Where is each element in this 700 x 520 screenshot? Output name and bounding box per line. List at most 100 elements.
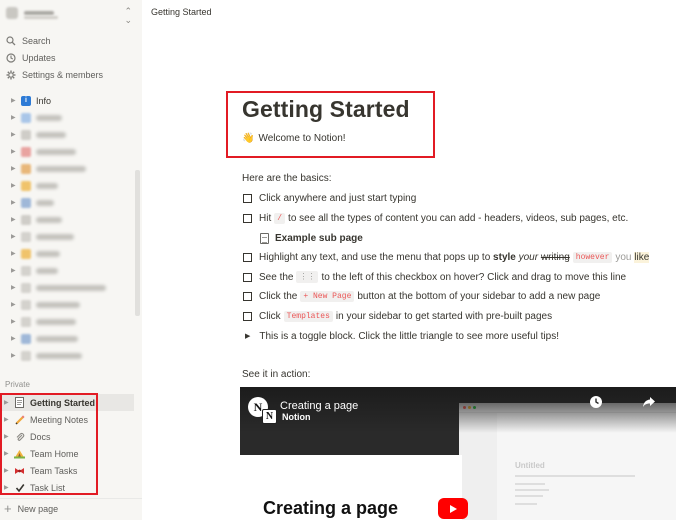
- notion-badge-icon: N: [262, 409, 277, 424]
- new-page-button[interactable]: + New page: [0, 498, 142, 518]
- sidebar-item-blurred[interactable]: ▶: [0, 160, 135, 177]
- todo-checkbox[interactable]: [243, 193, 252, 203]
- todo-checkbox[interactable]: [243, 272, 252, 282]
- todo-text: to see all the types of content you can …: [288, 212, 629, 224]
- workspace-avatar: [6, 7, 18, 19]
- blurred-page-title: [36, 301, 80, 308]
- chevron-updown-icon[interactable]: ⌃ ⌄: [124, 7, 132, 25]
- sidebar-item-blurred[interactable]: ▶: [0, 330, 135, 347]
- expand-triangle-icon[interactable]: ▶: [11, 149, 17, 155]
- expand-triangle-icon[interactable]: ▶: [11, 353, 17, 359]
- expand-triangle-icon[interactable]: ▶: [11, 302, 17, 308]
- sidebar-item-blurred[interactable]: ▶: [0, 296, 135, 313]
- sidebar-item-blurred[interactable]: ▶: [0, 228, 135, 245]
- todo-checkbox[interactable]: [243, 213, 252, 223]
- expand-triangle-icon[interactable]: ▶: [11, 285, 17, 291]
- preview-line: [515, 475, 635, 477]
- blurred-page-title: [36, 335, 78, 342]
- sidebar-search-label: Search: [22, 35, 51, 46]
- share-button[interactable]: [629, 395, 669, 413]
- todo-checkbox[interactable]: [243, 252, 252, 262]
- todo-item[interactable]: Click anywhere and just start typing: [243, 191, 416, 205]
- sidebar-item-blurred[interactable]: ▶: [0, 126, 135, 143]
- sidebar-item-blurred[interactable]: ▶: [0, 262, 135, 279]
- workspace-switcher[interactable]: [0, 0, 142, 26]
- sidebar-item-blurred[interactable]: ▶: [0, 194, 135, 211]
- expand-triangle-icon[interactable]: ▶: [11, 319, 17, 325]
- sidebar: ⌃ ⌄ Search Updates Settings & members ▶ i…: [0, 0, 142, 520]
- blurred-page-title: [36, 250, 60, 257]
- expand-triangle-icon[interactable]: ▶: [11, 132, 17, 138]
- todo-item[interactable]: Click Templates in your sidebar to get s…: [243, 309, 552, 323]
- todo-text: Click anywhere and just start typing: [259, 192, 417, 204]
- page-emoji-icon: [21, 265, 31, 276]
- youtube-play-button[interactable]: [438, 498, 468, 519]
- expand-triangle-icon[interactable]: ▶: [11, 183, 17, 189]
- toggle-block[interactable]: ▶ This is a toggle block. Click the litt…: [243, 329, 559, 343]
- todo-item[interactable]: See the ⋮⋮ to the left of this checkbox …: [243, 270, 626, 284]
- inline-code: + New Page: [300, 290, 355, 302]
- search-icon: [6, 35, 16, 46]
- watch-later-button[interactable]: [576, 395, 616, 413]
- sidebar-item-blurred[interactable]: ▶: [0, 211, 135, 228]
- workspace-page-tree: ▶ i Info ▶ ▶ ▶ ▶ ▶ ▶ ▶ ▶ ▶ ▶ ▶ ▶ ▶ ▶ ▶: [0, 92, 135, 374]
- expand-triangle-icon[interactable]: ▶: [11, 234, 17, 240]
- todo-text: Click: [259, 310, 281, 322]
- page-emoji-icon: [21, 129, 31, 140]
- clock-icon: [590, 396, 602, 408]
- expand-triangle-icon[interactable]: ▶: [11, 115, 17, 121]
- workspace-email-blurred: [24, 16, 58, 19]
- preview-page-title: Untitled: [515, 461, 545, 470]
- video-channel[interactable]: Notion: [282, 412, 311, 422]
- see-it-heading[interactable]: See it in action:: [242, 369, 310, 380]
- basics-heading[interactable]: Here are the basics:: [242, 173, 332, 184]
- blurred-page-title: [36, 148, 76, 155]
- sidebar-scrollbar[interactable]: [135, 170, 140, 316]
- sidebar-item-blurred[interactable]: ▶: [0, 245, 135, 262]
- sidebar-item-blurred[interactable]: ▶: [0, 347, 135, 364]
- new-page-label: New page: [17, 503, 59, 514]
- page-emoji-icon: [21, 197, 31, 208]
- page-emoji-icon: [21, 146, 31, 157]
- bold-text: style: [493, 251, 516, 263]
- sidebar-updates[interactable]: Updates: [0, 49, 142, 66]
- todo-item[interactable]: Hit / to see all the types of content yo…: [243, 211, 628, 225]
- expand-triangle-icon[interactable]: ▶: [11, 200, 17, 206]
- todo-text: See the: [259, 271, 294, 283]
- sidebar-settings-label: Settings & members: [22, 69, 104, 80]
- sidebar-item-blurred[interactable]: ▶: [0, 109, 135, 126]
- expand-triangle-icon[interactable]: ▶: [11, 336, 17, 342]
- todo-item[interactable]: Click the + New Page button at the botto…: [243, 289, 600, 303]
- page-emoji-icon: [21, 350, 31, 361]
- sidebar-item-info-label: Info: [36, 95, 52, 106]
- blurred-page-title: [36, 182, 58, 189]
- blurred-page-title: [36, 233, 74, 240]
- sidebar-item-info[interactable]: ▶ i Info: [0, 92, 135, 109]
- sidebar-item-blurred[interactable]: ▶: [0, 279, 135, 296]
- inline-code: Templates: [283, 310, 333, 322]
- todo-text: Hit: [259, 212, 272, 224]
- sidebar-item-blurred[interactable]: ▶: [0, 313, 135, 330]
- todo-checkbox[interactable]: [243, 291, 252, 301]
- todo-text: Click the: [259, 290, 298, 302]
- expand-triangle-icon[interactable]: ▶: [11, 98, 17, 104]
- expand-triangle-icon[interactable]: ▶: [11, 166, 17, 172]
- video-title[interactable]: Creating a page: [280, 400, 358, 412]
- todo-checkbox[interactable]: [243, 311, 252, 321]
- toggle-triangle-icon[interactable]: ▶: [245, 332, 250, 340]
- sidebar-item-blurred[interactable]: ▶: [0, 143, 135, 160]
- page-emoji-icon: [21, 248, 31, 259]
- expand-triangle-icon[interactable]: ▶: [11, 217, 17, 223]
- expand-triangle-icon[interactable]: ▶: [11, 251, 17, 257]
- blurred-page-title: [36, 165, 86, 172]
- sidebar-search[interactable]: Search: [0, 32, 142, 49]
- expand-triangle-icon[interactable]: ▶: [11, 268, 17, 274]
- sub-page-link[interactable]: Example sub page: [260, 231, 363, 245]
- sidebar-settings[interactable]: Settings & members: [0, 66, 142, 83]
- inline-code: however: [572, 251, 613, 263]
- breadcrumb[interactable]: Getting Started: [151, 7, 212, 17]
- sidebar-item-blurred[interactable]: ▶: [0, 177, 135, 194]
- blurred-page-title: [36, 352, 82, 359]
- video-embed[interactable]: Untitled N N Creating a page Notion Crea…: [240, 387, 676, 520]
- todo-item[interactable]: Highlight any text, and use the menu tha…: [243, 250, 650, 264]
